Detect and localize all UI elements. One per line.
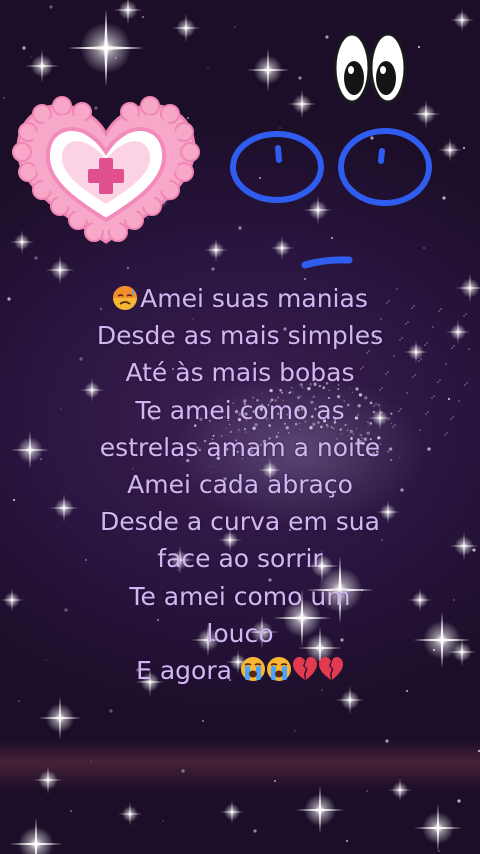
star-dot: [109, 709, 113, 713]
star-dot: [211, 267, 215, 271]
glitter-dot: [458, 400, 460, 402]
poem-text: Amei suas manias Desde as mais simples A…: [40, 280, 440, 689]
doodle-mouth: [301, 256, 353, 269]
doodle-right-eye: [338, 128, 432, 206]
star-dot: [69, 809, 73, 813]
sparkle-star: [118, 802, 142, 826]
star-dot: [114, 56, 118, 60]
crying-face-icon: [240, 657, 265, 682]
glitter-dot: [463, 315, 465, 317]
poem-line-4: Te amei como as: [135, 395, 345, 425]
glitter-dot: [446, 432, 448, 434]
broken-heart-icon: [292, 657, 317, 681]
sparkle-star: [455, 273, 480, 303]
sparkle-star: [38, 696, 82, 740]
star-dot: [90, 760, 92, 762]
star-dot: [253, 829, 257, 833]
star-dot: [438, 850, 440, 852]
poem-line-9: Te amei como um: [129, 581, 351, 611]
star-dot: [366, 790, 368, 792]
star-dot: [345, 839, 349, 843]
sparkle-star: [67, 9, 145, 87]
sparkle-star: [449, 531, 479, 561]
poem-line-10: louco: [206, 618, 274, 648]
star-dot: [7, 297, 11, 301]
star-dot: [49, 5, 53, 9]
sparkle-star: [0, 588, 24, 612]
sparkle-star: [335, 685, 365, 715]
story-screen: Amei suas manias Desde as mais simples A…: [0, 0, 480, 854]
star-dot: [141, 15, 145, 19]
poem-line-1: Amei suas manias: [40, 280, 440, 317]
glitter-dot: [453, 345, 455, 347]
star-dot: [18, 700, 20, 702]
sparkle-star: [287, 89, 317, 119]
glitter-dot: [444, 434, 446, 436]
sparkle-star: [171, 13, 201, 43]
blue-doodle-face: [230, 128, 432, 269]
star-dot: [417, 45, 421, 49]
star-dot: [22, 46, 26, 50]
star-dot: [325, 35, 329, 39]
sparkle-star: [388, 778, 412, 802]
glitter-dot: [445, 363, 447, 365]
star-dot: [34, 256, 38, 260]
star-dot: [472, 548, 476, 552]
star-dot: [321, 689, 323, 691]
sparkle-star: [296, 786, 344, 834]
poem-line-7: Desde a curva em sua: [100, 507, 380, 537]
glitter-dot: [451, 347, 453, 349]
glitter-dot: [452, 416, 454, 418]
star-dot: [453, 599, 455, 601]
glitter-dot: [457, 331, 459, 333]
star-dot: [385, 739, 389, 743]
cartoon-eyes-sticker: [333, 32, 407, 104]
star-dot: [457, 799, 461, 803]
sparkle-star: [246, 48, 290, 92]
sparkle-star: [220, 800, 244, 824]
glitter-dot: [440, 308, 442, 310]
star-dot: [447, 397, 451, 401]
sparkle-star: [33, 765, 63, 795]
star-dot: [12, 498, 16, 502]
star-dot: [405, 689, 409, 693]
sparkle-star: [25, 49, 59, 83]
crying-face-icon: [266, 657, 291, 682]
sparkle-star: [113, 0, 143, 25]
star-dot: [298, 76, 302, 80]
poem-line-11: E agora: [40, 652, 440, 689]
poem-line-6: Amei cada abraço: [127, 470, 353, 500]
poem-line-2: Desde as mais simples: [96, 321, 384, 351]
star-dot: [126, 266, 130, 270]
sparkle-star: [9, 817, 63, 854]
poem-line-3: Até às mais bobas: [125, 358, 355, 388]
glitter-dot: [465, 313, 467, 315]
broken-heart-icon: [318, 657, 343, 681]
star-dot: [273, 779, 277, 783]
glitter-dot: [464, 384, 466, 386]
star-dot: [442, 196, 446, 200]
doodle-left-eye: [230, 131, 324, 203]
star-dot: [162, 820, 164, 822]
sparkle-star: [450, 8, 474, 32]
star-dot: [462, 146, 466, 150]
poem-line-5: estrelas amam a noite: [99, 432, 381, 462]
glitter-dot: [459, 329, 461, 331]
star-dot: [294, 730, 296, 732]
star-dot: [234, 26, 236, 28]
star-dot: [207, 67, 209, 69]
star-dot: [201, 719, 205, 723]
star-dot: [30, 56, 32, 58]
sparkle-star: [438, 138, 462, 162]
sad-sweat-face-icon: [113, 286, 138, 310]
glitter-dot: [450, 418, 452, 420]
star-dot: [468, 348, 470, 350]
star-dot: [181, 769, 185, 773]
nurse-heart-sticker: [12, 96, 200, 244]
poem-line-8: face ao sorrir: [157, 544, 323, 574]
sparkle-star: [414, 804, 462, 852]
glitter-dot: [466, 382, 468, 384]
star-dot: [3, 97, 5, 99]
